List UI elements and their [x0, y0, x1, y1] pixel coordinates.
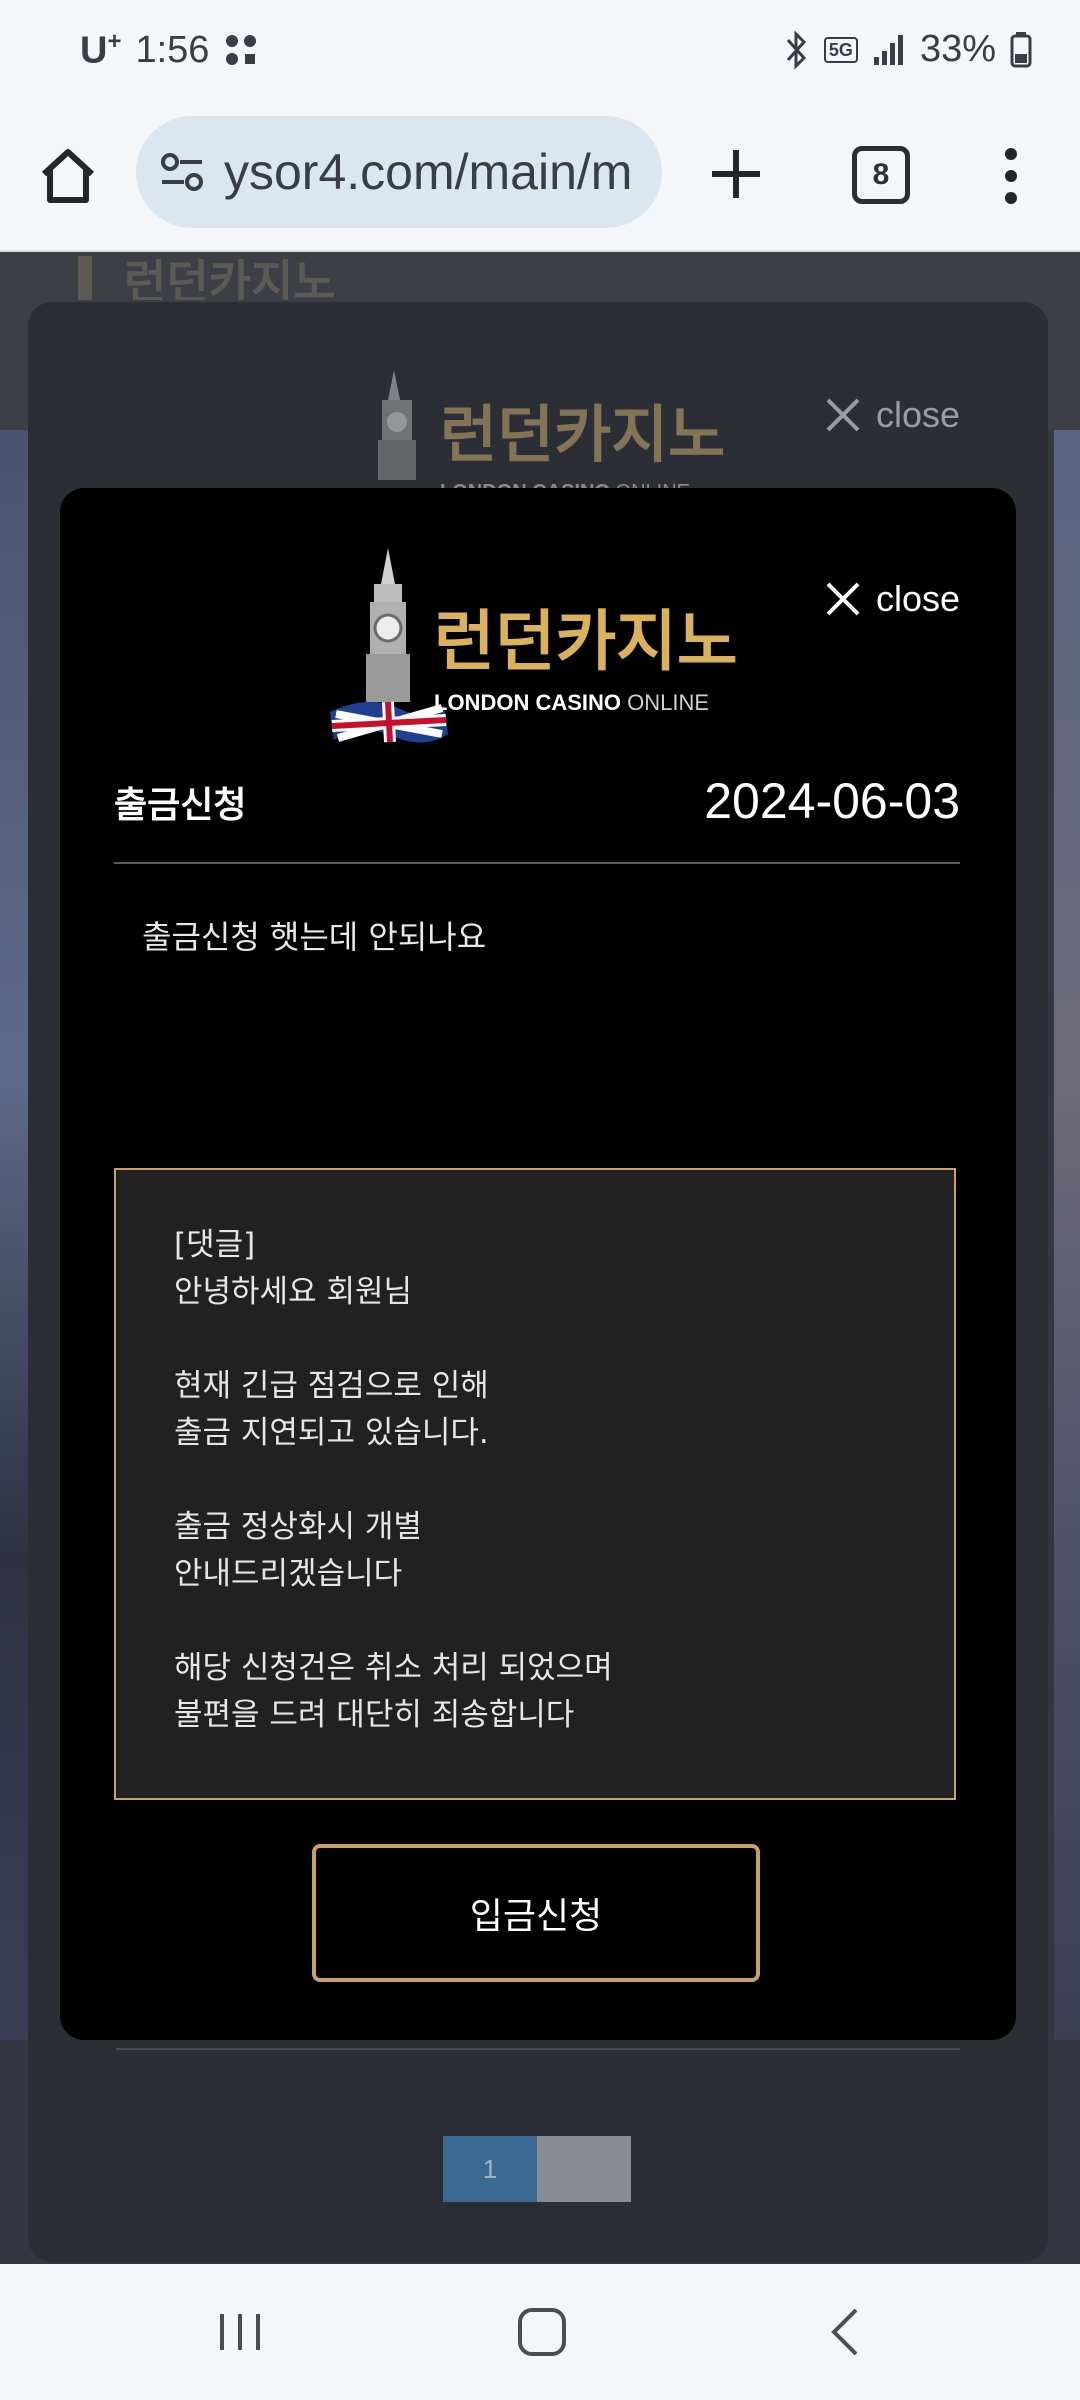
close-button[interactable]: close: [824, 578, 960, 620]
svg-text:런던카지노: 런던카지노: [124, 255, 336, 300]
clock-tower-icon: [378, 370, 416, 480]
reply-line: 불편을 드려 대단히 죄송합니다: [174, 1697, 575, 1733]
reply-line: [174, 1316, 898, 1363]
reply-line: 현재 긴급 점검으로 인해: [174, 1368, 489, 1404]
reply-line: 안내드리겠습니다: [174, 1556, 403, 1592]
network-type-badge: 5G: [823, 36, 858, 63]
close-label: close: [875, 578, 960, 619]
status-left: U+ 1:56: [80, 28, 259, 73]
more-menu-icon[interactable]: [996, 146, 1026, 206]
reply-box: [댓글] 안녕하세요 회원님 현재 긴급 점검으로 인해 출금 지연되고 있습니…: [114, 1168, 956, 1800]
system-navigation-bar: [0, 2264, 1080, 2400]
reply-line: 해당 신청건은 취소 처리 되었으며: [174, 1650, 613, 1686]
bluetooth-icon: [786, 29, 806, 70]
page-logo: 런던카지노: [76, 252, 416, 309]
withdrawal-detail-modal: 런던카지노 LONDON CASINO ONLINE close 출금신청 20…: [60, 488, 1016, 2040]
notification-icon: [226, 35, 257, 66]
svg-text:런던카지노: 런던카지노: [434, 603, 738, 680]
reply-line: 안녕하세요 회원님: [174, 1274, 413, 1310]
page-background-image-left: [0, 430, 28, 2040]
outer-close-label: close: [875, 394, 960, 435]
svg-text:LONDON CASINO ONLINE: LONDON CASINO ONLINE: [434, 690, 709, 715]
clock: 1:56: [135, 28, 210, 71]
home-icon[interactable]: [36, 144, 100, 208]
union-jack-flag-icon: [330, 701, 448, 743]
url-text: ysor4.com/main/m: [224, 144, 633, 200]
reply-line: [174, 1457, 898, 1504]
battery-icon: [1010, 31, 1032, 67]
reply-line: 출금 지연되고 있습니다.: [174, 1415, 489, 1451]
post-divider: [114, 862, 960, 864]
close-icon: [826, 582, 860, 616]
browser-toolbar: ysor4.com/main/m 8: [0, 110, 1080, 252]
status-right: 5G 33%: [784, 28, 1032, 71]
reply-line: [174, 1598, 898, 1645]
deposit-request-button[interactable]: 입금신청: [312, 1844, 760, 1982]
signal-icon: [873, 34, 903, 65]
carrier-label: U+: [80, 28, 122, 72]
tab-switcher-button[interactable]: 8: [852, 146, 910, 204]
recent-apps-icon[interactable]: [210, 2304, 270, 2360]
status-bar: U+ 1:56 5G 33%: [0, 0, 1080, 110]
back-icon[interactable]: [816, 2304, 876, 2360]
post-title: 출금신청: [114, 785, 247, 826]
page-button-next[interactable]: [537, 2136, 631, 2202]
london-casino-logo: 런던카지노 LONDON CASINO ONLINE: [328, 544, 808, 748]
home-button-icon[interactable]: [512, 2304, 572, 2360]
address-bar[interactable]: ysor4.com/main/m: [136, 116, 662, 228]
close-icon: [826, 398, 860, 432]
post-date: 2024-06-03: [704, 773, 960, 829]
outer-divider: [116, 2048, 960, 2050]
clock-tower-icon: [366, 548, 410, 702]
site-settings-icon[interactable]: [158, 148, 206, 196]
new-tab-icon[interactable]: [706, 144, 766, 204]
reply-line: 출금 정상화시 개별: [174, 1509, 422, 1545]
outer-modal-logo: 런던카지노 LONDON CASINO ONLINE: [364, 360, 784, 504]
svg-text:런던카지노: 런던카지노: [440, 398, 725, 471]
post-body: 출금신청 햇는데 안되나요: [142, 918, 487, 956]
battery-percent: 33%: [919, 28, 996, 70]
pagination: 1: [443, 2136, 631, 2202]
reply-line: [댓글]: [174, 1227, 256, 1263]
page-button-current[interactable]: 1: [443, 2136, 537, 2202]
page-background-image-right: [1054, 430, 1080, 2040]
outer-close-button[interactable]: close: [824, 394, 960, 436]
